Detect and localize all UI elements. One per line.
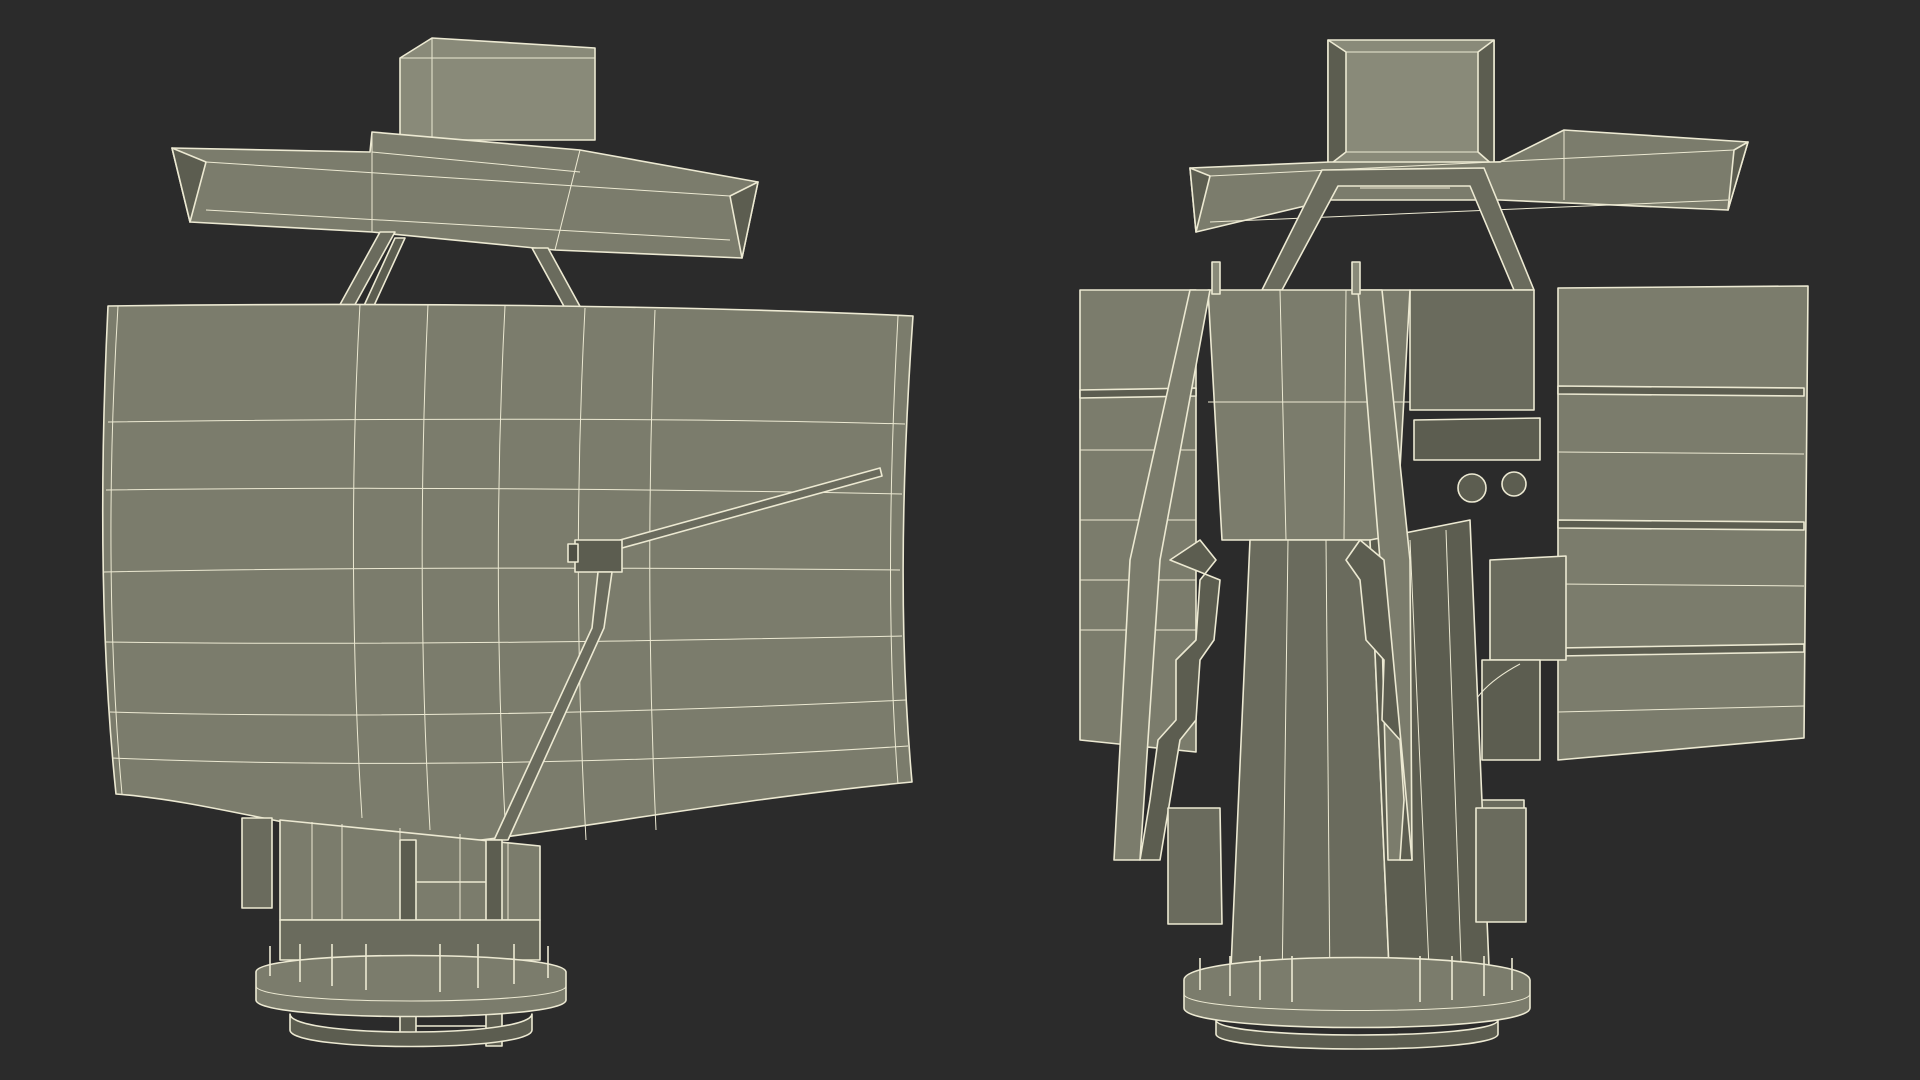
wireframe-render [101, 37, 1809, 1050]
render-viewport [0, 0, 1920, 1080]
radar-rear-view [1079, 39, 1809, 1050]
front-feed-bar [171, 131, 759, 259]
front-antenna-reflector [101, 303, 914, 847]
rear-base-flange [1183, 956, 1531, 1050]
front-top-housing [399, 37, 596, 141]
rear-top-housing [1327, 39, 1495, 167]
radar-front-view [101, 37, 914, 1048]
